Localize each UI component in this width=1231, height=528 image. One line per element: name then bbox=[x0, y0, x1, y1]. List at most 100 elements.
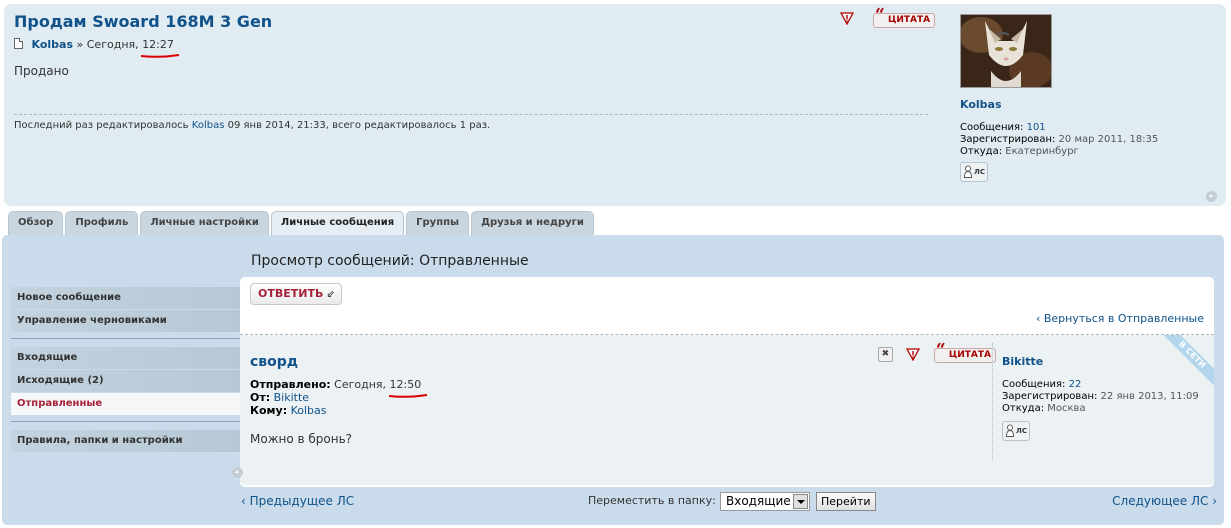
user-icon bbox=[1006, 424, 1014, 437]
sent-prefix: Сегодня, bbox=[334, 378, 387, 391]
sidebar-item-rules-folders-settings[interactable]: Правила, папки и настройки bbox=[11, 430, 240, 452]
ucp-tabs: Обзор Профиль Личные настройки Личные со… bbox=[8, 211, 596, 235]
back-link-label: Вернуться в Отправленные bbox=[1043, 312, 1204, 325]
sender-link[interactable]: Bikitte bbox=[274, 391, 309, 404]
edit-prefix: Последний раз редактировалось bbox=[14, 120, 189, 131]
ucp-panel: Просмотр сообщений: Отправленные Новое с… bbox=[2, 235, 1224, 525]
edit-notice: Последний раз редактировалось Kolbas 09 … bbox=[14, 120, 490, 131]
from-label: Откуда: bbox=[960, 146, 1003, 157]
post-time-prefix: Сегодня, bbox=[86, 38, 139, 51]
back-to-sent-link[interactable]: ‹ Вернуться в Отправленные bbox=[1036, 312, 1204, 325]
chevron-left-icon: ‹ bbox=[1035, 312, 1044, 325]
back-to-top-icon[interactable] bbox=[1206, 191, 1217, 202]
sidebar-item-sent[interactable]: Отправленные bbox=[11, 393, 240, 415]
private-message: сворд Отправлено: Сегодня, 12:50 От: Bik… bbox=[232, 335, 1214, 485]
tab-friends-foes[interactable]: Друзья и недруги bbox=[471, 211, 594, 235]
cat-avatar-image bbox=[961, 15, 1051, 87]
posts-label: Сообщения: bbox=[1002, 379, 1066, 390]
posts-count[interactable]: 22 bbox=[1069, 379, 1082, 390]
user-icon bbox=[964, 165, 972, 178]
chevron-right-icon: › bbox=[1208, 494, 1217, 508]
sidebar-item-drafts[interactable]: Управление черновиками bbox=[11, 310, 240, 332]
page-title: Просмотр сообщений: Отправленные bbox=[251, 253, 529, 269]
from-value: Москва bbox=[1047, 403, 1086, 414]
red-underline-mark bbox=[388, 394, 427, 398]
next-pm-link[interactable]: Следующее ЛС › bbox=[1112, 494, 1217, 508]
post-icon bbox=[14, 38, 23, 49]
pm-label: ЛС bbox=[974, 168, 985, 176]
profile-name[interactable]: Kolbas bbox=[960, 98, 1002, 111]
report-button[interactable] bbox=[840, 11, 854, 28]
pm-button[interactable]: ЛС bbox=[960, 162, 988, 185]
post-content: Продано bbox=[14, 64, 69, 78]
from-value: Екатеринбург bbox=[1005, 146, 1079, 157]
sent-label: Отправлено: bbox=[250, 378, 331, 391]
delete-button[interactable]: ✖ bbox=[877, 347, 893, 362]
reply-arrow-icon: ⇙ bbox=[326, 289, 335, 300]
prev-label: Предыдущее ЛС bbox=[249, 494, 355, 508]
sidebar-item-new-message[interactable]: Новое сообщение bbox=[11, 287, 240, 309]
post-title[interactable]: Продам Swoard 168M 3 Gen bbox=[14, 12, 272, 31]
previous-pm-link[interactable]: ‹ Предыдущее ЛС bbox=[241, 494, 354, 508]
quote-button[interactable]: “ЦИТАТА bbox=[933, 340, 996, 363]
tab-profile[interactable]: Профиль bbox=[65, 211, 139, 235]
quote-icon: “ bbox=[875, 5, 885, 25]
quote-button[interactable]: “ЦИТАТА bbox=[873, 5, 936, 28]
registered-label: Зарегистрирован: bbox=[1002, 391, 1098, 402]
from-label: От: bbox=[250, 391, 271, 404]
tab-preferences[interactable]: Личные настройки bbox=[140, 211, 269, 235]
online-badge: В СЕТИ bbox=[1154, 335, 1214, 395]
message-meta: Отправлено: Сегодня, 12:50 От: Bikitte К… bbox=[250, 378, 427, 417]
chevron-down-icon bbox=[793, 494, 808, 509]
sent-time-value: 12:50 bbox=[389, 378, 422, 391]
pm-label: ЛС bbox=[1016, 427, 1027, 435]
online-label: В СЕТИ bbox=[1159, 335, 1214, 388]
quote-label: ЦИТАТА bbox=[888, 15, 931, 25]
back-to-top-icon[interactable] bbox=[232, 467, 243, 478]
tab-overview[interactable]: Обзор bbox=[8, 211, 64, 235]
folder-selected-value: Входящие bbox=[726, 494, 791, 508]
meta-separator: » bbox=[76, 38, 84, 51]
sidebar-divider bbox=[11, 338, 240, 339]
tab-private-messages[interactable]: Личные сообщения bbox=[270, 211, 405, 235]
report-warning-icon[interactable] bbox=[906, 347, 921, 361]
edit-author-link[interactable]: Kolbas bbox=[192, 120, 225, 131]
tab-groups[interactable]: Группы bbox=[406, 211, 470, 235]
quote-icon: “ bbox=[935, 340, 946, 360]
edit-suffix: 09 янв 2014, 21:33, всего редактировалос… bbox=[227, 120, 491, 131]
recipient-link[interactable]: Kolbas bbox=[291, 404, 327, 417]
profile-info: Сообщения: 101 Зарегистрирован: 20 мар 2… bbox=[960, 122, 1158, 158]
sidebar-menu: Новое сообщение Управление черновиками В… bbox=[11, 287, 240, 453]
posts-count[interactable]: 101 bbox=[1027, 122, 1046, 133]
sidebar-item-inbox[interactable]: Входящие bbox=[11, 347, 240, 369]
pm-button[interactable]: ЛС bbox=[1002, 421, 1202, 444]
to-label: Кому: bbox=[250, 404, 288, 417]
avatar[interactable] bbox=[960, 14, 1052, 88]
sidebar-divider bbox=[11, 421, 240, 422]
registered-value: 20 мар 2011, 18:35 bbox=[1058, 134, 1159, 145]
message-content: Можно в бронь? bbox=[250, 432, 353, 446]
move-to-folder-label: Переместить в папку: bbox=[588, 494, 716, 507]
message-subject: сворд bbox=[250, 354, 299, 370]
from-label: Откуда: bbox=[1002, 403, 1045, 414]
message-view: ОТВЕТИТЬ ⇙ ‹ Вернуться в Отправленные сво… bbox=[232, 277, 1214, 487]
next-label: Следующее ЛС bbox=[1112, 494, 1209, 508]
sent-time: 12:50 bbox=[388, 378, 427, 398]
quote-label: ЦИТАТА bbox=[948, 350, 991, 360]
reply-label: ОТВЕТИТЬ bbox=[258, 287, 324, 300]
sidebar-item-outbox[interactable]: Исходящие (2) bbox=[11, 370, 240, 392]
go-button[interactable]: Перейти bbox=[816, 492, 876, 511]
chevron-left-icon: ‹ bbox=[241, 494, 250, 508]
message-actions: ✖ “ЦИТАТА bbox=[877, 340, 996, 363]
post-divider bbox=[14, 114, 928, 115]
reply-button[interactable]: ОТВЕТИТЬ ⇙ bbox=[250, 283, 342, 305]
post-time-value: 12:27 bbox=[142, 38, 174, 51]
post-author[interactable]: Kolbas bbox=[32, 38, 74, 51]
red-underline-mark bbox=[141, 54, 180, 58]
posts-label: Сообщения: bbox=[960, 122, 1024, 133]
registered-label: Зарегистрирован: bbox=[960, 134, 1056, 145]
profile-divider bbox=[992, 343, 993, 461]
warning-icon bbox=[840, 12, 854, 25]
folder-select[interactable]: Входящие bbox=[720, 492, 810, 511]
top-post: Продам Swoard 168M 3 Gen Kolbas » Сегодн… bbox=[4, 4, 1226, 206]
